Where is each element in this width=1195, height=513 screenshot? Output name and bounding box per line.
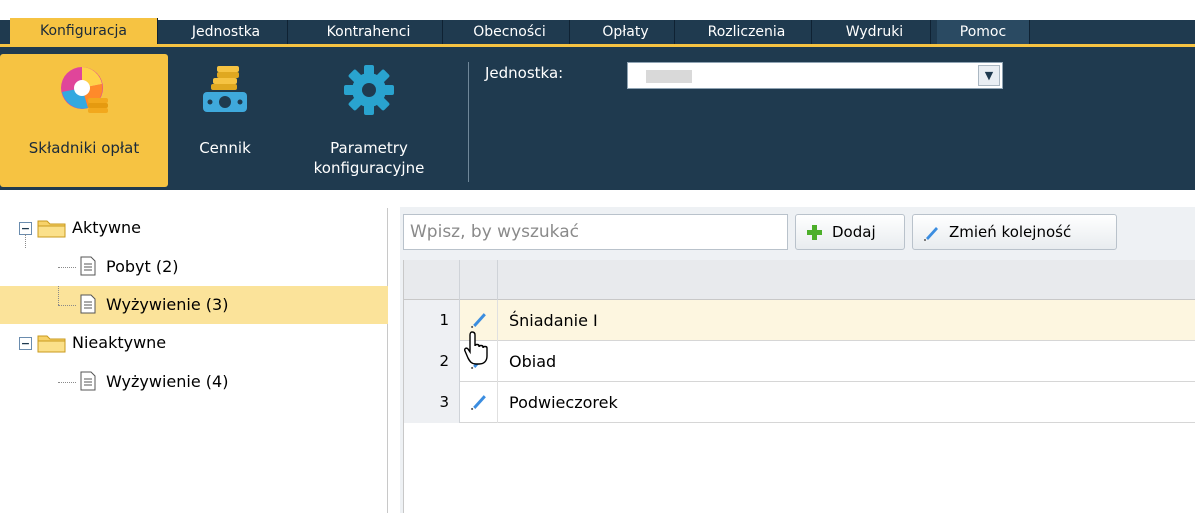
- row-number: 3: [404, 382, 460, 423]
- tree-group-label: Nieaktywne: [72, 333, 167, 352]
- row-number: 2: [404, 341, 460, 382]
- menu-tab-wydruki[interactable]: Wydruki: [819, 20, 931, 44]
- folder-icon: [37, 335, 66, 353]
- tree-group-nieaktywne[interactable]: − Nieaktywne: [0, 324, 388, 362]
- items-grid: 1 Śniadanie I 2 Obiad 3 Podwieczorek: [403, 260, 1195, 513]
- reorder-button[interactable]: Zmień kolejność: [912, 214, 1117, 250]
- price-list-icon: [203, 66, 247, 112]
- row-name: Obiad: [509, 352, 557, 371]
- plus-icon: [807, 225, 822, 240]
- add-button-label: Dodaj: [832, 223, 876, 241]
- tree-item-wyzywienie-active[interactable]: Wyżywienie (3): [0, 286, 388, 324]
- add-button[interactable]: Dodaj: [795, 214, 905, 250]
- row-number: 1: [404, 300, 460, 341]
- unit-select[interactable]: ▼: [627, 62, 1003, 89]
- price-list-label: Cennik: [199, 139, 251, 157]
- menu-tab-kontrahenci[interactable]: Kontrahenci: [295, 20, 443, 44]
- document-icon: [80, 371, 96, 391]
- ribbon-toolbar: Składniki opłat Cennik Parametry konfigu…: [0, 44, 1195, 190]
- fee-components-button[interactable]: Składniki opłat: [0, 54, 168, 187]
- tree-line: [25, 234, 26, 248]
- unit-label: Jednostka:: [485, 64, 564, 82]
- tree-item-label: Wyżywienie (3): [106, 295, 229, 314]
- chevron-down-icon[interactable]: ▼: [978, 65, 1000, 86]
- table-row[interactable]: 2 Obiad: [404, 341, 1195, 382]
- grid-header-edit: [460, 260, 498, 300]
- config-parameters-button[interactable]: Parametry konfiguracyjne: [288, 54, 450, 187]
- hand-cursor-icon: [464, 331, 488, 365]
- price-list-button[interactable]: Cennik: [175, 54, 275, 187]
- table-row[interactable]: 3 Podwieczorek: [404, 382, 1195, 423]
- gear-icon: [344, 65, 394, 115]
- config-parameters-label: Parametry konfiguracyjne: [313, 139, 425, 177]
- fee-components-icon: [61, 67, 108, 113]
- menu-tab-obecnosci[interactable]: Obecności: [450, 20, 570, 44]
- pencil-icon[interactable]: [470, 310, 488, 328]
- tree-item-pobyt[interactable]: Pobyt (2): [0, 248, 388, 286]
- menu-tab-oplaty[interactable]: Opłaty: [577, 20, 675, 44]
- pencil-icon: [924, 227, 938, 241]
- reorder-button-label: Zmień kolejność: [949, 223, 1072, 241]
- edit-cell[interactable]: [460, 382, 498, 423]
- top-menu: Konfiguracja Jednostka Kontrahenci Obecn…: [0, 0, 1195, 44]
- folder-icon: [37, 220, 66, 238]
- tree-item-label: Pobyt (2): [106, 257, 179, 276]
- menu-tab-jednostka[interactable]: Jednostka: [165, 20, 288, 44]
- menu-tab-konfiguracja[interactable]: Konfiguracja: [10, 18, 158, 44]
- tree-item-wyzywienie-inactive[interactable]: Wyżywienie (4): [0, 363, 388, 401]
- grid-header: [404, 260, 1195, 300]
- row-name: Śniadanie I: [509, 311, 598, 330]
- tree-group-aktywne[interactable]: − Aktywne: [0, 209, 388, 247]
- unit-select-value: [646, 70, 692, 83]
- tree-line: [58, 305, 76, 306]
- search-input[interactable]: Wpisz, by wyszukać: [403, 214, 788, 250]
- grid-header-number: [404, 260, 460, 300]
- tree-group-label: Aktywne: [72, 218, 142, 237]
- menu-tab-rozliczenia[interactable]: Rozliczenia: [682, 20, 812, 44]
- tree-item-label: Wyżywienie (4): [106, 372, 229, 391]
- tree-line: [58, 286, 59, 305]
- tree-line: [58, 382, 76, 383]
- category-tree: − Aktywne Pobyt (2) Wyżywienie (3) − Nie…: [0, 208, 388, 513]
- document-icon: [80, 256, 96, 276]
- pencil-icon[interactable]: [470, 392, 488, 410]
- collapse-icon[interactable]: −: [19, 337, 32, 350]
- ribbon-separator: [468, 62, 469, 182]
- table-row[interactable]: 1 Śniadanie I: [404, 300, 1195, 341]
- fee-components-label: Składniki opłat: [28, 139, 140, 157]
- document-icon: [80, 294, 96, 314]
- menu-tab-pomoc[interactable]: Pomoc: [937, 20, 1030, 44]
- row-name: Podwieczorek: [509, 393, 618, 412]
- tree-line: [58, 267, 76, 268]
